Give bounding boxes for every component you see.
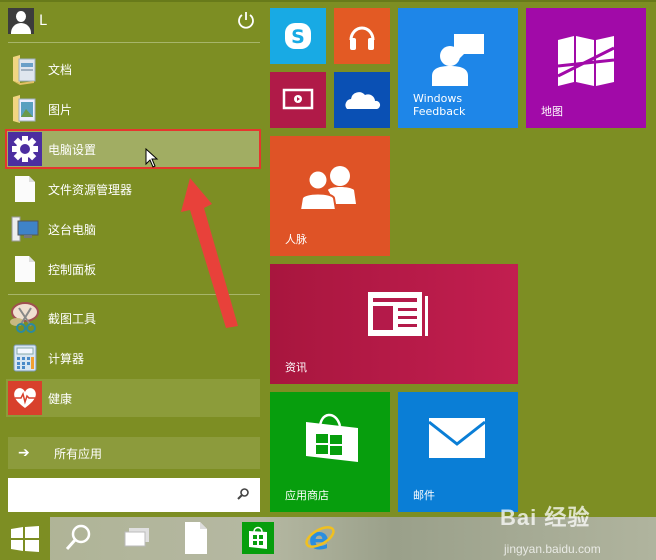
- watermark-url: jingyan.baidu.com: [504, 542, 601, 556]
- power-icon[interactable]: [236, 10, 256, 30]
- list-item-control-panel[interactable]: 控制面板: [6, 250, 260, 288]
- search-input[interactable]: [8, 478, 260, 512]
- tile-label: Windows Feedback: [413, 92, 466, 118]
- list-item-file-explorer[interactable]: 文件资源管理器: [6, 170, 260, 208]
- list-item-health[interactable]: 健康: [6, 379, 260, 417]
- cursor-icon: [145, 148, 159, 168]
- list-item-this-pc[interactable]: 这台电脑: [6, 210, 260, 248]
- search-icon[interactable]: [62, 522, 94, 554]
- store-icon: [306, 413, 358, 462]
- baidu-watermark: Bai 经验 jingyan.baidu.com: [500, 500, 601, 556]
- cloud-icon: [345, 92, 381, 109]
- gear-icon: [8, 132, 42, 166]
- task-view-icon[interactable]: [120, 522, 152, 554]
- divider: [8, 294, 260, 295]
- document-icon: [8, 172, 42, 206]
- tile-onedrive[interactable]: [334, 72, 390, 128]
- all-apps-button[interactable]: ➔ 所有应用: [8, 437, 260, 469]
- tile-windows-feedback[interactable]: Windows Feedback: [398, 8, 518, 128]
- tile-label: 地图: [541, 105, 563, 118]
- feedback-icon: [432, 34, 484, 86]
- tile-label: 邮件: [413, 489, 435, 502]
- list-item-documents[interactable]: 文档: [6, 50, 260, 88]
- documents-folder-icon: [8, 52, 42, 86]
- ie-icon[interactable]: e: [304, 522, 336, 554]
- tile-music[interactable]: [334, 8, 390, 64]
- tile-mail[interactable]: 邮件: [398, 392, 518, 512]
- skype-icon: S: [285, 23, 311, 49]
- people-icon: [298, 166, 356, 211]
- list-item-calculator[interactable]: 计算器: [6, 339, 260, 377]
- list-item-label: 文档: [48, 62, 73, 77]
- tile-news[interactable]: 资讯: [270, 264, 518, 384]
- video-icon: [282, 88, 314, 110]
- document-icon: [8, 252, 42, 286]
- tile-people[interactable]: 人脉: [270, 136, 390, 256]
- divider: [8, 42, 260, 43]
- headphones-icon: [349, 26, 375, 50]
- arrow-right-icon: ➔: [18, 445, 30, 461]
- list-item-label: 电脑设置: [48, 142, 97, 157]
- tile-video[interactable]: [270, 72, 326, 128]
- heart-icon: [8, 381, 42, 415]
- document-icon[interactable]: [180, 522, 212, 554]
- map-icon: [557, 36, 615, 86]
- scissors-icon: [8, 301, 42, 335]
- list-item-label: 计算器: [48, 351, 85, 366]
- all-apps-label: 所有应用: [54, 446, 103, 461]
- list-item-snipping-tool[interactable]: 截图工具: [6, 299, 260, 337]
- search-icon[interactable]: [236, 487, 250, 501]
- pictures-folder-icon: [8, 92, 42, 126]
- news-icon: [368, 292, 428, 336]
- calculator-icon: [8, 341, 42, 375]
- list-item-label: 控制面板: [48, 262, 97, 277]
- start-button[interactable]: [0, 517, 50, 560]
- mail-icon: [429, 418, 486, 458]
- computer-icon: [8, 212, 42, 246]
- windows-logo-icon: [11, 525, 39, 552]
- tile-label: 人脉: [285, 233, 307, 246]
- list-item-pc-settings[interactable]: 电脑设置: [5, 129, 261, 169]
- watermark-brand: Bai 经验: [500, 505, 591, 530]
- user-account[interactable]: L: [8, 8, 47, 34]
- tile-skype[interactable]: S: [270, 8, 326, 64]
- list-item-label: 文件资源管理器: [48, 182, 133, 197]
- tile-maps[interactable]: 地图: [526, 8, 646, 128]
- list-item-label: 这台电脑: [48, 222, 97, 237]
- tile-label: 资讯: [285, 361, 307, 374]
- svg-text:S: S: [291, 26, 305, 48]
- store-icon[interactable]: [242, 522, 274, 554]
- list-item-label: 截图工具: [48, 311, 97, 326]
- list-item-label: 健康: [48, 391, 73, 406]
- list-item-pictures[interactable]: 图片: [6, 90, 260, 128]
- avatar: [8, 8, 34, 34]
- list-item-label: 图片: [48, 102, 73, 117]
- tile-store[interactable]: 应用商店: [270, 392, 390, 512]
- user-name: L: [39, 13, 47, 29]
- tile-label: 应用商店: [285, 489, 329, 502]
